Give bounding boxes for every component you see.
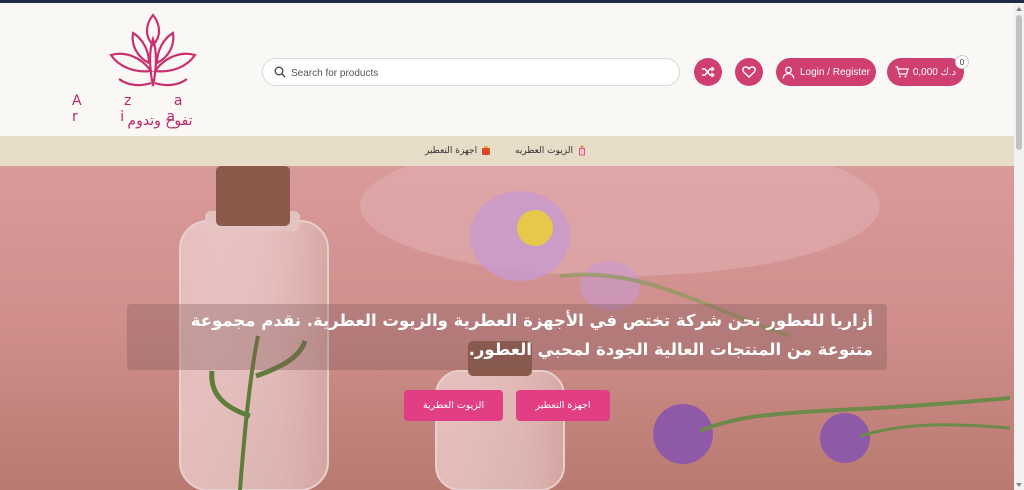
hero-caption: أزاريا للعطور نحن شركة تختص في الأجهزة ا… bbox=[127, 304, 887, 370]
cart-total: 0,000 د.ك bbox=[912, 66, 957, 78]
logo-slogan: تفوح وتدوم bbox=[127, 113, 193, 129]
search-icon bbox=[274, 66, 286, 78]
nav-item-devices[interactable]: اجهزة التعطير bbox=[425, 145, 491, 156]
cart-icon bbox=[895, 66, 909, 78]
nav-item-devices-label: اجهزة التعطير bbox=[425, 145, 478, 156]
cart-count-badge: 0 bbox=[955, 55, 969, 69]
oil-bottle-icon bbox=[579, 145, 585, 156]
cart-button[interactable]: 0,000 د.ك bbox=[887, 58, 964, 86]
scroll-down-arrow-icon[interactable] bbox=[1016, 483, 1022, 487]
login-register-label: Login / Register bbox=[799, 66, 871, 78]
diffuser-icon bbox=[482, 146, 491, 155]
page-scrollbar[interactable] bbox=[1014, 3, 1024, 490]
wishlist-button[interactable] bbox=[735, 58, 763, 86]
main-nav: الزيوت العطريه اجهزة التعطير bbox=[0, 136, 1014, 166]
scrollbar-thumb[interactable] bbox=[1016, 15, 1022, 150]
nav-item-oils[interactable]: الزيوت العطريه bbox=[515, 145, 587, 156]
flower-logo-icon bbox=[109, 13, 197, 87]
compare-button[interactable] bbox=[694, 58, 722, 86]
scroll-up-arrow-icon[interactable] bbox=[1016, 7, 1022, 11]
hero-banner: أزاريا للعطور نحن شركة تختص في الأجهزة ا… bbox=[0, 166, 1014, 490]
login-register-button[interactable]: Login / Register bbox=[776, 58, 876, 86]
site-logo[interactable]: A z a r i a تفوح وتدوم bbox=[60, 11, 250, 133]
search-box[interactable] bbox=[262, 58, 680, 86]
hero-devices-button[interactable]: اجهزة التعطير bbox=[516, 390, 610, 421]
user-icon bbox=[782, 66, 795, 79]
search-input[interactable] bbox=[291, 64, 661, 82]
heart-icon bbox=[742, 66, 756, 78]
nav-item-oils-label: الزيوت العطريه bbox=[515, 145, 573, 156]
site-header: A z a r i a تفوح وتدوم Login / Register bbox=[0, 3, 1014, 136]
hero-oils-button[interactable]: الزيوت العطرية bbox=[404, 390, 503, 421]
shuffle-icon bbox=[702, 66, 715, 78]
